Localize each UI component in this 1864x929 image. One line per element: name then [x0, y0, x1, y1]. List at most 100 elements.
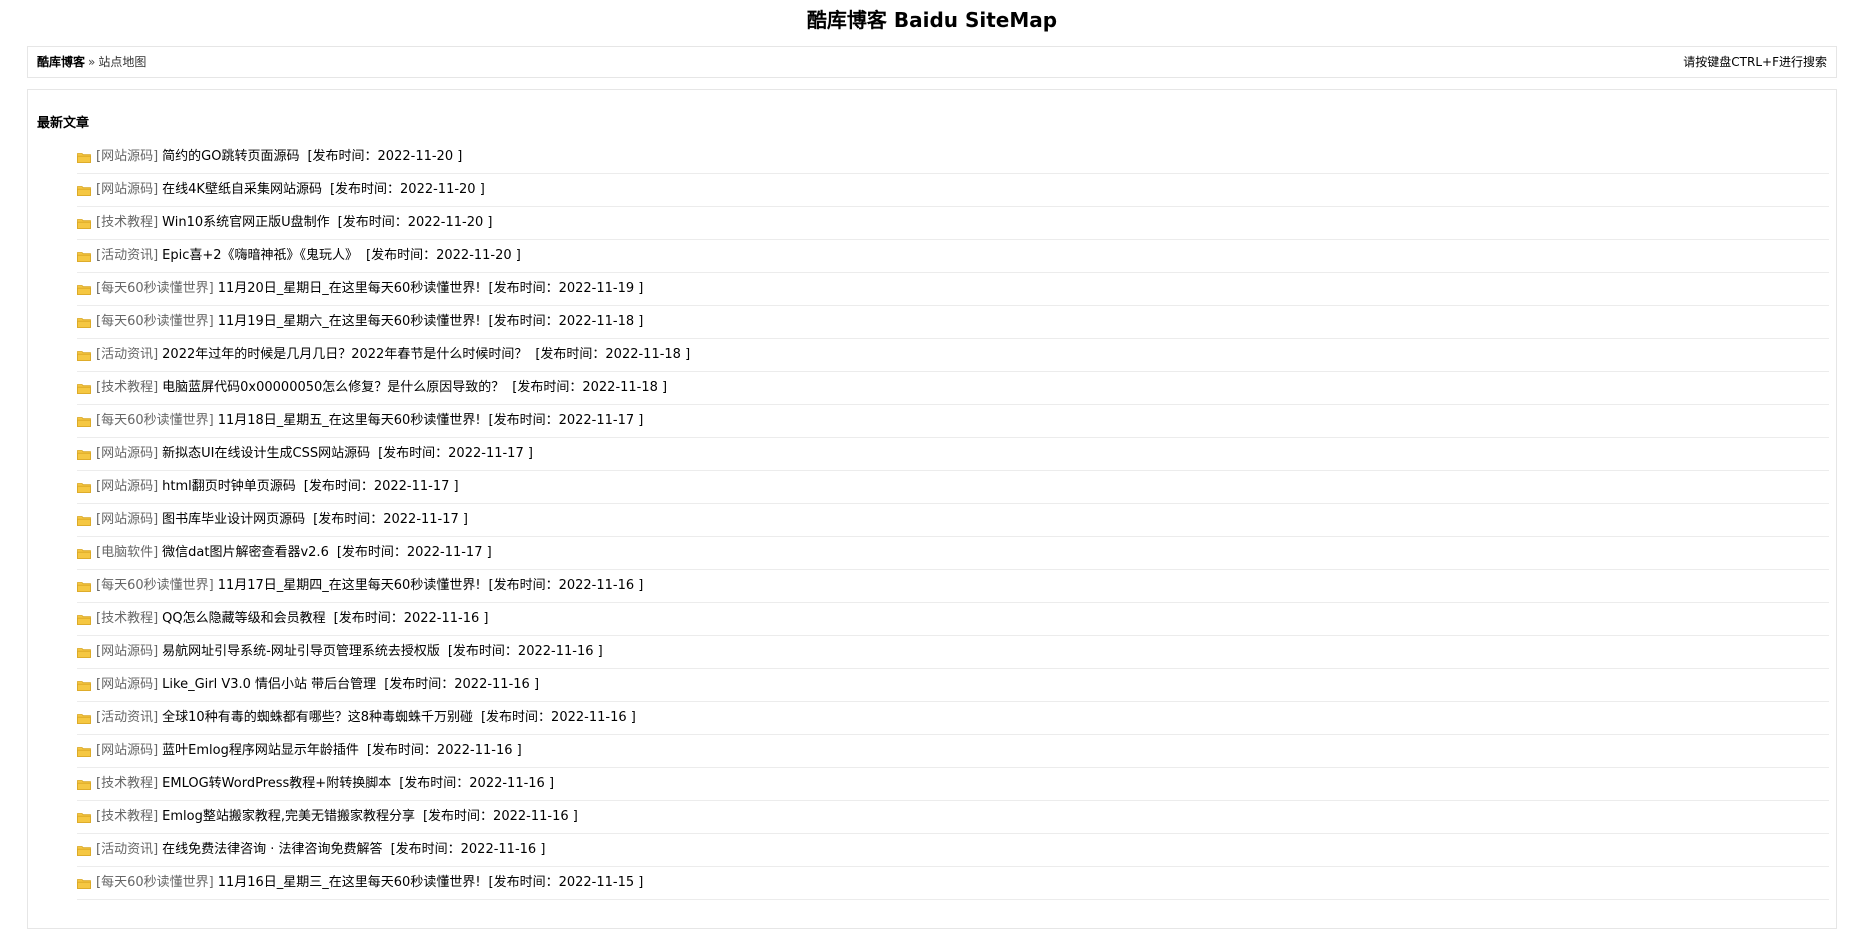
- folder-icon: [77, 746, 91, 757]
- article-date: [发布时间：2022-11-16 ]: [333, 611, 489, 626]
- article-category: [技术教程]: [96, 809, 159, 824]
- article-category: [活动资讯]: [96, 347, 159, 362]
- folder-icon: [77, 350, 91, 361]
- article-category: [活动资讯]: [96, 842, 159, 857]
- folder-icon: [77, 383, 91, 394]
- search-hint: 请按键盘CTRL+F进行搜索: [1683, 55, 1827, 69]
- folder-icon: [77, 482, 91, 493]
- article-link[interactable]: 11月19日_星期六_在这里每天60秒读懂世界!: [218, 306, 481, 338]
- breadcrumb-home-link[interactable]: 酷库博客: [37, 55, 85, 69]
- article-date: [发布时间：2022-11-16 ]: [480, 710, 636, 725]
- article-category: [网站源码]: [96, 644, 159, 659]
- list-item: [每天60秒读懂世界] 11月19日_星期六_在这里每天60秒读懂世界! [发布…: [77, 306, 1829, 339]
- folder-icon: [77, 218, 91, 229]
- article-link[interactable]: 简约的GO跳转页面源码: [162, 141, 299, 173]
- article-link[interactable]: Epic喜+2《嗨暗神祇》《鬼玩人》: [162, 240, 358, 272]
- article-date: [发布时间：2022-11-17 ]: [313, 512, 468, 527]
- article-date: [发布时间：2022-11-17 ]: [378, 446, 533, 461]
- folder-icon: [77, 614, 91, 625]
- article-link[interactable]: 图书库毕业设计网页源码: [162, 504, 305, 536]
- article-link[interactable]: 全球10种有毒的蜘蛛都有哪些？这8种毒蜘蛛千万别碰: [162, 702, 473, 734]
- folder-icon: [77, 845, 91, 856]
- article-category: [技术教程]: [96, 611, 159, 626]
- article-category: [技术教程]: [96, 380, 159, 395]
- article-link[interactable]: Emlog整站搬家教程,完美无错搬家教程分享: [162, 801, 415, 833]
- article-link[interactable]: 电脑蓝屏代码0x00000050怎么修复？是什么原因导致的？: [162, 372, 504, 404]
- article-date: [发布时间：2022-11-17 ]: [303, 479, 459, 494]
- article-link[interactable]: 微信dat图片解密查看器v2.6: [162, 537, 329, 569]
- article-date: [发布时间：2022-11-20 ]: [366, 248, 521, 263]
- article-category: [电脑软件]: [96, 545, 159, 560]
- article-category: [每天60秒读懂世界]: [96, 578, 214, 593]
- list-item: [技术教程] EMLOG转WordPress教程+附转换脚本 [发布时间：202…: [77, 768, 1829, 801]
- article-category: [网站源码]: [96, 512, 159, 527]
- sitemap-content: 最新文章 [网站源码] 简约的GO跳转页面源码 [发布时间：2022-11-20…: [27, 89, 1837, 929]
- article-link[interactable]: 11月17日_星期四_在这里每天60秒读懂世界!: [218, 570, 481, 602]
- article-link[interactable]: 蓝叶Emlog程序网站显示年龄插件: [162, 735, 359, 767]
- list-item: [技术教程] 电脑蓝屏代码0x00000050怎么修复？是什么原因导致的？ [发…: [77, 372, 1829, 405]
- list-item: [技术教程] Emlog整站搬家教程,完美无错搬家教程分享 [发布时间：2022…: [77, 801, 1829, 834]
- article-list: [网站源码] 简约的GO跳转页面源码 [发布时间：2022-11-20 ] [网…: [77, 141, 1829, 900]
- article-category: [每天60秒读懂世界]: [96, 314, 214, 329]
- article-date: [发布时间：2022-11-20 ]: [337, 215, 493, 230]
- article-link[interactable]: QQ怎么隐藏等级和会员教程: [162, 603, 325, 635]
- folder-icon: [77, 878, 91, 889]
- article-link[interactable]: EMLOG转WordPress教程+附转换脚本: [162, 768, 391, 800]
- article-category: [活动资讯]: [96, 248, 159, 263]
- list-item: [技术教程] QQ怎么隐藏等级和会员教程 [发布时间：2022-11-16 ]: [77, 603, 1829, 636]
- article-link[interactable]: 11月16日_星期三_在这里每天60秒读懂世界!: [218, 867, 481, 899]
- list-item: [电脑软件] 微信dat图片解密查看器v2.6 [发布时间：2022-11-17…: [77, 537, 1829, 570]
- list-item: [网站源码] 易航网址引导系统-网址引导页管理系统去授权版 [发布时间：2022…: [77, 636, 1829, 669]
- article-link[interactable]: 11月18日_星期五_在这里每天60秒读懂世界!: [218, 405, 481, 437]
- article-date: [发布时间：2022-11-16 ]: [447, 644, 603, 659]
- article-date: [发布时间：2022-11-16 ]: [390, 842, 546, 857]
- folder-icon: [77, 185, 91, 196]
- folder-icon: [77, 515, 91, 526]
- article-date: [发布时间：2022-11-16 ]: [422, 809, 578, 824]
- list-item: [活动资讯] 全球10种有毒的蜘蛛都有哪些？这8种毒蜘蛛千万别碰 [发布时间：2…: [77, 702, 1829, 735]
- folder-icon: [77, 548, 91, 559]
- article-date: [发布时间：2022-11-15 ]: [488, 875, 644, 890]
- folder-icon: [77, 812, 91, 823]
- list-item: [活动资讯] 2022年过年的时候是几月几日？2022年春节是什么时候时间？ […: [77, 339, 1829, 372]
- list-item: [网站源码] Like_Girl V3.0 情侣小站 带后台管理 [发布时间：2…: [77, 669, 1829, 702]
- article-category: [网站源码]: [96, 677, 159, 692]
- article-date: [发布时间：2022-11-20 ]: [329, 182, 485, 197]
- article-date: [发布时间：2022-11-19 ]: [488, 281, 644, 296]
- list-item: [每天60秒读懂世界] 11月20日_星期日_在这里每天60秒读懂世界! [发布…: [77, 273, 1829, 306]
- article-date: [发布时间：2022-11-20 ]: [307, 149, 463, 164]
- article-link[interactable]: 11月20日_星期日_在这里每天60秒读懂世界!: [218, 273, 481, 305]
- folder-icon: [77, 581, 91, 592]
- list-item: [技术教程] Win10系统官网正版U盘制作 [发布时间：2022-11-20 …: [77, 207, 1829, 240]
- article-category: [技术教程]: [96, 776, 159, 791]
- article-category: [技术教程]: [96, 215, 159, 230]
- article-date: [发布时间：2022-11-17 ]: [488, 413, 644, 428]
- list-item: [活动资讯] 在线免费法律咨询 · 法律咨询免费解答 [发布时间：2022-11…: [77, 834, 1829, 867]
- article-link[interactable]: 新拟态UI在线设计生成CSS网站源码: [162, 438, 370, 470]
- folder-icon: [77, 680, 91, 691]
- article-link[interactable]: Win10系统官网正版U盘制作: [162, 207, 329, 239]
- article-category: [活动资讯]: [96, 710, 159, 725]
- article-date: [发布时间：2022-11-16 ]: [488, 578, 644, 593]
- breadcrumb: 酷库博客» 站点地图: [37, 47, 146, 77]
- breadcrumb-current: 站点地图: [98, 55, 147, 69]
- list-item: [网站源码] 图书库毕业设计网页源码 [发布时间：2022-11-17 ]: [77, 504, 1829, 537]
- article-category: [每天60秒读懂世界]: [96, 281, 214, 296]
- article-date: [发布时间：2022-11-17 ]: [336, 545, 492, 560]
- article-link[interactable]: 在线免费法律咨询 · 法律咨询免费解答: [162, 834, 382, 866]
- list-item: [网站源码] 在线4K壁纸自采集网站源码 [发布时间：2022-11-20 ]: [77, 174, 1829, 207]
- nav-bar: 酷库博客» 站点地图 请按键盘CTRL+F进行搜索: [27, 46, 1837, 78]
- article-link[interactable]: 2022年过年的时候是几月几日？2022年春节是什么时候时间？: [162, 339, 527, 371]
- article-date: [发布时间：2022-11-18 ]: [535, 347, 691, 362]
- article-link[interactable]: html翻页时钟单页源码: [162, 471, 296, 503]
- article-link[interactable]: 易航网址引导系统-网址引导页管理系统去授权版: [162, 636, 440, 668]
- folder-icon: [77, 251, 91, 262]
- article-link[interactable]: Like_Girl V3.0 情侣小站 带后台管理: [162, 669, 376, 701]
- article-link[interactable]: 在线4K壁纸自采集网站源码: [162, 174, 322, 206]
- list-item: [每天60秒读懂世界] 11月16日_星期三_在这里每天60秒读懂世界! [发布…: [77, 867, 1829, 900]
- article-category: [网站源码]: [96, 446, 159, 461]
- list-item: [每天60秒读懂世界] 11月17日_星期四_在这里每天60秒读懂世界! [发布…: [77, 570, 1829, 603]
- article-date: [发布时间：2022-11-18 ]: [488, 314, 644, 329]
- list-item: [网站源码] html翻页时钟单页源码 [发布时间：2022-11-17 ]: [77, 471, 1829, 504]
- list-item: [每天60秒读懂世界] 11月18日_星期五_在这里每天60秒读懂世界! [发布…: [77, 405, 1829, 438]
